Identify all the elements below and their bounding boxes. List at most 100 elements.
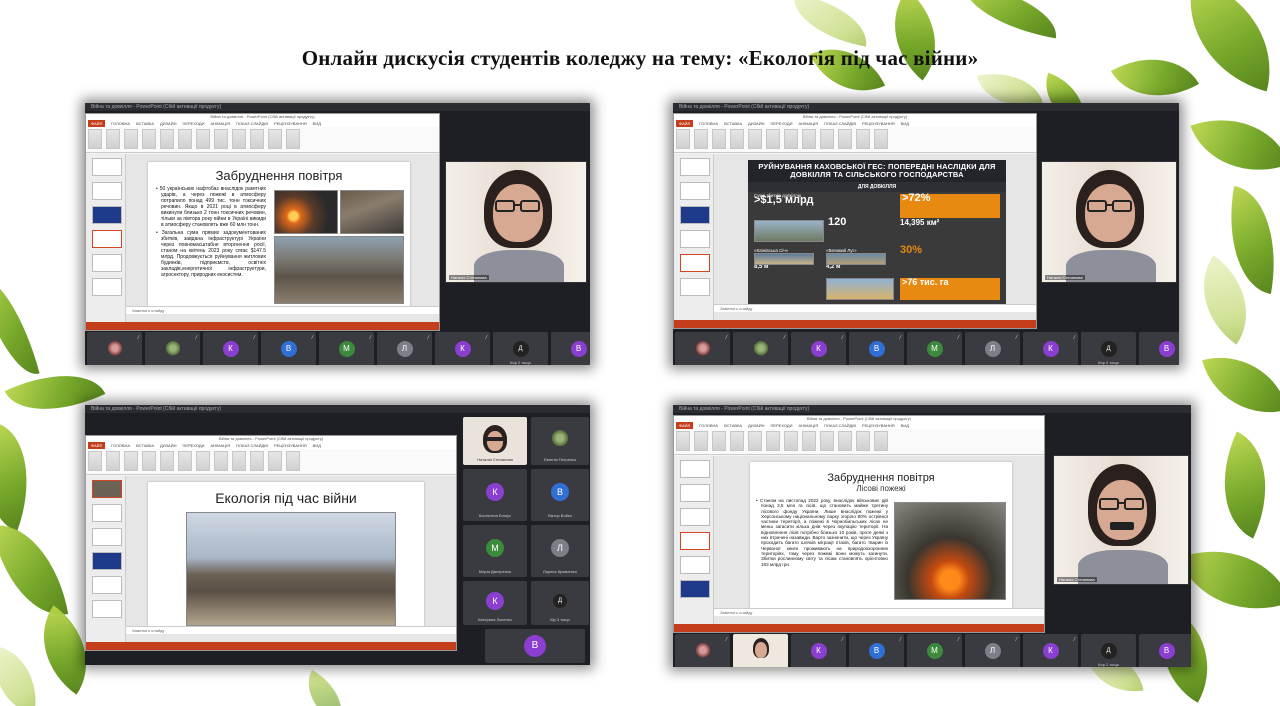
slide-thumb[interactable] xyxy=(92,528,122,546)
tab-transitions[interactable]: ПЕРЕХОДИ xyxy=(770,120,792,127)
tab-animation[interactable]: АНІМАЦІЯ xyxy=(211,120,231,127)
participant-tile[interactable]: В Віктор Бойко xyxy=(531,469,589,521)
slide-thumb[interactable] xyxy=(92,182,122,200)
tab-insert[interactable]: ВСТАВКА xyxy=(724,120,742,127)
slide-thumb[interactable] xyxy=(92,552,122,570)
tab-slideshow[interactable]: ПОКАЗ СЛАЙДІВ xyxy=(824,120,856,127)
participant-tile[interactable]: В xyxy=(551,332,590,365)
notes-pane[interactable]: Заметки к слайду xyxy=(714,304,1036,312)
notes-pane[interactable]: Заметки к слайду xyxy=(126,306,439,314)
participant-tile[interactable]: В ⁄ xyxy=(849,634,904,667)
participant-tile[interactable]: Л ⁄ xyxy=(377,332,432,365)
tab-file[interactable]: ФАЙЛ xyxy=(676,120,694,127)
participant-tile[interactable]: К ⁄ xyxy=(203,332,258,365)
tab-file[interactable]: ФАЙЛ xyxy=(88,120,106,127)
participant-tile[interactable]: ⁄ xyxy=(87,332,142,365)
slide-thumb[interactable] xyxy=(680,230,710,248)
participant-tile[interactable]: ⁄ xyxy=(733,332,788,365)
tab-design[interactable]: ДИЗАЙН xyxy=(748,422,764,429)
slide-thumb-selected[interactable] xyxy=(92,480,122,498)
participant-tile[interactable]: М Марія Дмитренко xyxy=(463,525,527,577)
participant-tile[interactable]: ⁄ xyxy=(675,332,730,365)
slide-thumb[interactable] xyxy=(92,254,122,272)
tab-home[interactable]: ГОЛОВНА xyxy=(699,120,718,127)
participant-tile[interactable]: К Костянтин Білоус xyxy=(463,469,527,521)
slide-thumb[interactable] xyxy=(680,484,710,502)
participant-tile[interactable]: К ⁄ xyxy=(1023,634,1078,667)
participant-tile[interactable]: М ⁄ xyxy=(907,332,962,365)
slide-thumb[interactable] xyxy=(92,158,122,176)
participant-tile[interactable]: М ⁄ xyxy=(319,332,374,365)
tab-view[interactable]: ВИД xyxy=(901,422,909,429)
slide-thumb[interactable] xyxy=(680,460,710,478)
slide-thumb[interactable] xyxy=(680,182,710,200)
tab-slideshow[interactable]: ПОКАЗ СЛАЙДІВ xyxy=(236,442,268,449)
participant-tile[interactable]: Л ⁄ xyxy=(965,634,1020,667)
slide-thumb[interactable] xyxy=(680,580,710,598)
participant-tile[interactable]: Д Кир 2 тощо xyxy=(1081,332,1136,365)
ribbon-toolbar[interactable] xyxy=(86,449,456,475)
tab-transitions[interactable]: ПЕРЕХОДИ xyxy=(182,442,204,449)
slide-thumb[interactable] xyxy=(680,556,710,574)
tab-view[interactable]: ВИД xyxy=(313,442,321,449)
tab-slideshow[interactable]: ПОКАЗ СЛАЙДІВ xyxy=(236,120,268,127)
tab-design[interactable]: ДИЗАЙН xyxy=(160,120,176,127)
tab-file[interactable]: ФАЙЛ xyxy=(88,442,106,449)
tab-review[interactable]: РЕЦЕНЗУВАННЯ xyxy=(274,442,307,449)
participant-tile[interactable]: К ⁄ xyxy=(791,634,846,667)
tab-home[interactable]: ГОЛОВНА xyxy=(111,120,130,127)
participant-tile[interactable]: Л ⁄ xyxy=(965,332,1020,365)
participant-tile[interactable]: В xyxy=(1139,634,1191,667)
slide-thumb[interactable] xyxy=(680,508,710,526)
ribbon-toolbar[interactable] xyxy=(674,429,1044,455)
tab-view[interactable]: ВИД xyxy=(313,120,321,127)
tab-home[interactable]: ГОЛОВНА xyxy=(111,442,130,449)
participant-tile[interactable]: Д Кир 2 тощо xyxy=(493,332,548,365)
slide-thumb[interactable] xyxy=(680,158,710,176)
participant-tile[interactable]: В ⁄ xyxy=(261,332,316,365)
participant-tile[interactable]: К ⁄ xyxy=(791,332,846,365)
slide-thumb[interactable] xyxy=(92,576,122,594)
participant-tile[interactable] xyxy=(733,634,788,667)
slide-thumb[interactable] xyxy=(680,278,710,296)
tab-insert[interactable]: ВСТАВКА xyxy=(724,422,742,429)
tab-design[interactable]: ДИЗАЙН xyxy=(748,120,764,127)
slide-thumb-selected[interactable] xyxy=(680,532,710,550)
tab-design[interactable]: ДИЗАЙН xyxy=(160,442,176,449)
slide-thumb[interactable] xyxy=(92,278,122,296)
participant-tile[interactable]: Наталія Степанова xyxy=(463,417,527,465)
participant-tile[interactable]: К ⁄ xyxy=(1023,332,1078,365)
tab-transitions[interactable]: ПЕРЕХОДИ xyxy=(770,422,792,429)
participant-tile[interactable]: К Катерина Лисенко xyxy=(463,581,527,625)
ribbon-toolbar[interactable] xyxy=(674,127,1036,153)
tab-file[interactable]: ФАЙЛ xyxy=(676,422,694,429)
slide-thumb[interactable] xyxy=(92,600,122,618)
notes-pane[interactable]: Заметки к слайду xyxy=(126,626,456,634)
tab-transitions[interactable]: ПЕРЕХОДИ xyxy=(182,120,204,127)
participant-tile[interactable]: В xyxy=(485,629,585,663)
participant-tile[interactable]: ⁄ xyxy=(675,634,730,667)
tab-slideshow[interactable]: ПОКАЗ СЛАЙДІВ xyxy=(824,422,856,429)
tab-view[interactable]: ВИД xyxy=(901,120,909,127)
slide-thumb-selected[interactable] xyxy=(92,230,122,248)
participant-tile[interactable]: Д Кір 3 тощо xyxy=(531,581,589,625)
notes-pane[interactable]: Заметки к слайду xyxy=(714,608,1044,616)
tab-home[interactable]: ГОЛОВНА xyxy=(699,422,718,429)
slide-thumb[interactable] xyxy=(680,206,710,224)
participant-tile[interactable]: В xyxy=(1139,332,1179,365)
tab-animation[interactable]: АНІМАЦІЯ xyxy=(799,422,819,429)
tab-insert[interactable]: ВСТАВКА xyxy=(136,442,154,449)
participant-tile[interactable]: Євгенія Петренко xyxy=(531,417,589,465)
participant-tile[interactable]: ⁄ xyxy=(145,332,200,365)
tab-review[interactable]: РЕЦЕНЗУВАННЯ xyxy=(862,120,895,127)
slide-thumb-selected[interactable] xyxy=(680,254,710,272)
tab-insert[interactable]: ВСТАВКА xyxy=(136,120,154,127)
participant-tile[interactable]: В ⁄ xyxy=(849,332,904,365)
slide-thumb[interactable] xyxy=(92,206,122,224)
ribbon-toolbar[interactable] xyxy=(86,127,439,153)
slide-thumb[interactable] xyxy=(92,504,122,522)
participant-tile[interactable]: Д Кир 2 тощо xyxy=(1081,634,1136,667)
tab-animation[interactable]: АНІМАЦІЯ xyxy=(799,120,819,127)
participant-tile[interactable]: Л Лариса Кравченко xyxy=(531,525,589,577)
tab-review[interactable]: РЕЦЕНЗУВАННЯ xyxy=(862,422,895,429)
